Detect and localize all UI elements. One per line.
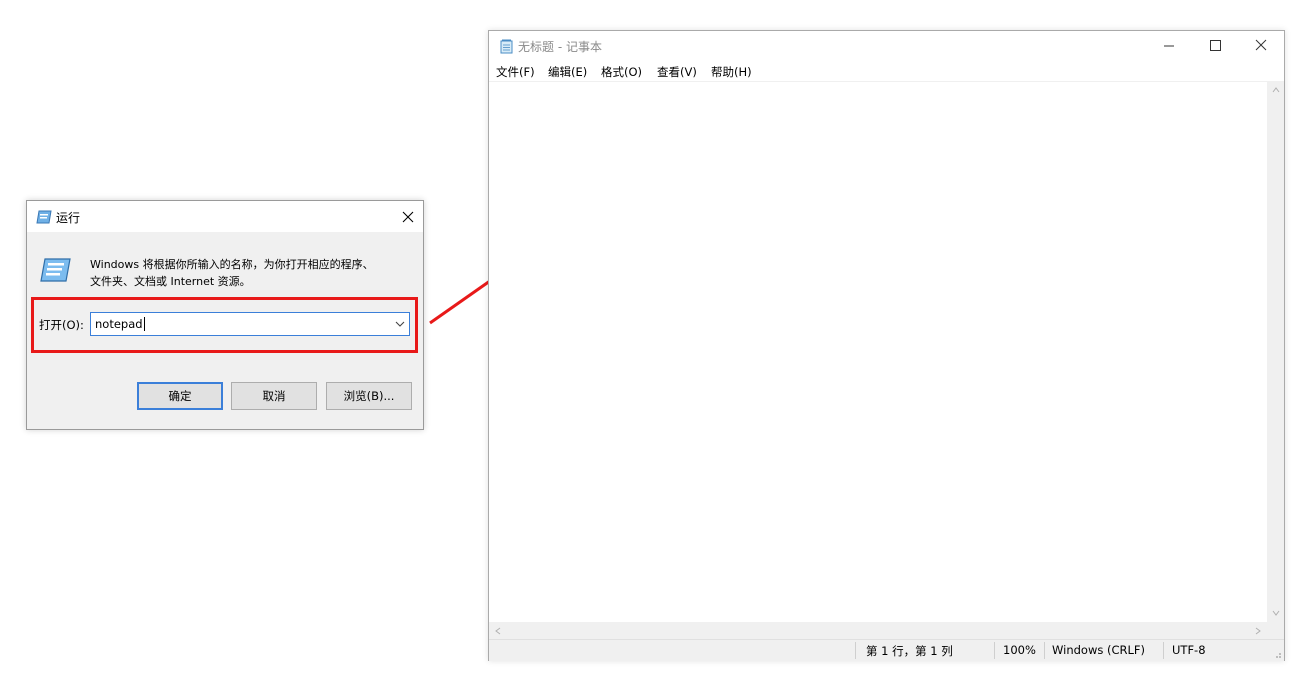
browse-button[interactable]: 浏览(B)... — [326, 382, 412, 410]
status-encoding: UTF-8 — [1172, 643, 1206, 657]
run-command-input[interactable]: notepad — [95, 317, 145, 331]
run-description-line2: 文件夹、文档或 Internet 资源。 — [90, 275, 251, 288]
close-icon — [1255, 39, 1267, 51]
menu-view[interactable]: 查看(V) — [657, 64, 697, 80]
menu-format[interactable]: 格式(O) — [601, 64, 642, 80]
run-description-line1: Windows 将根据你所输入的名称，为你打开相应的程序、 — [90, 258, 374, 271]
scroll-down-icon[interactable] — [1271, 608, 1281, 618]
status-line-ending: Windows (CRLF) — [1052, 643, 1146, 657]
text-cursor — [143, 317, 145, 331]
minimize-button[interactable] — [1146, 31, 1192, 61]
notepad-statusbar: 第 1 行，第 1 列 100% Windows (CRLF) UTF-8 — [489, 639, 1284, 661]
run-command-combobox[interactable]: notepad — [90, 312, 410, 336]
status-zoom: 100% — [1003, 643, 1036, 657]
notepad-titlebar[interactable]: 无标题 - 记事本 — [489, 31, 1284, 61]
scroll-right-icon[interactable] — [1253, 626, 1263, 636]
close-icon — [402, 211, 414, 223]
resize-grip-icon[interactable] — [1272, 649, 1282, 659]
run-dialog-title: 运行 — [56, 211, 81, 225]
notepad-title: 无标题 - 记事本 — [518, 40, 602, 54]
status-separator — [855, 642, 856, 659]
run-description: Windows 将根据你所输入的名称，为你打开相应的程序、 文件夹、文档或 In… — [90, 256, 410, 290]
chevron-down-icon[interactable] — [395, 319, 405, 329]
status-separator — [994, 642, 995, 659]
minimize-icon — [1164, 45, 1174, 47]
maximize-button[interactable] — [1192, 31, 1238, 61]
notepad-text-area[interactable] — [489, 81, 1267, 623]
status-separator — [1163, 642, 1164, 659]
vertical-scrollbar[interactable] — [1267, 81, 1284, 622]
notepad-window: 无标题 - 记事本 文件(F) 编辑(E) 格式(O) 查看(V) 帮助(H) — [488, 30, 1285, 661]
run-program-icon — [40, 258, 71, 282]
run-app-icon — [36, 210, 52, 224]
run-titlebar[interactable]: 运行 — [27, 201, 423, 232]
status-cursor-position: 第 1 行，第 1 列 — [866, 644, 953, 658]
close-button[interactable] — [1238, 31, 1284, 61]
horizontal-scrollbar[interactable] — [489, 622, 1267, 639]
maximize-icon — [1210, 40, 1221, 51]
run-close-button[interactable] — [393, 201, 423, 232]
status-separator — [1044, 642, 1045, 659]
menu-edit[interactable]: 编辑(E) — [548, 64, 587, 80]
ok-button[interactable]: 确定 — [137, 382, 223, 410]
run-dialog: 运行 Windows 将根据你所输入的名称，为你打开相应的程序、 文件夹、文档或… — [26, 200, 424, 430]
open-label: 打开(O): — [39, 318, 84, 332]
cancel-button[interactable]: 取消 — [231, 382, 317, 410]
run-command-value: notepad — [95, 317, 143, 331]
notepad-app-icon — [500, 39, 513, 54]
notepad-menubar: 文件(F) 编辑(E) 格式(O) 查看(V) 帮助(H) — [489, 61, 1284, 81]
menu-file[interactable]: 文件(F) — [496, 64, 535, 80]
scroll-corner — [1267, 622, 1284, 639]
scroll-left-icon[interactable] — [493, 626, 503, 636]
menu-help[interactable]: 帮助(H) — [711, 64, 752, 80]
scroll-up-icon[interactable] — [1271, 85, 1281, 95]
